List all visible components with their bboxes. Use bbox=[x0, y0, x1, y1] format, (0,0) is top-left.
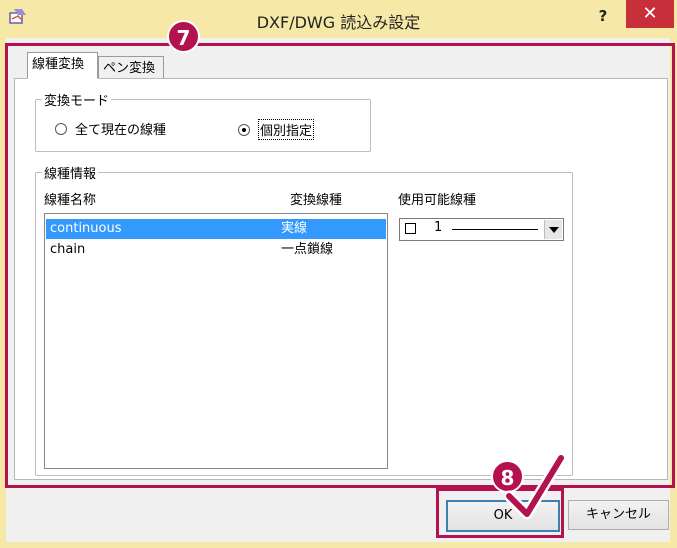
annotation-highlight-panel bbox=[5, 43, 675, 488]
step-7-badge: 7 bbox=[167, 20, 200, 53]
cancel-button[interactable]: キャンセル bbox=[568, 500, 669, 530]
checkmark-icon bbox=[505, 452, 565, 520]
tab-linetype-conversion[interactable]: 線種変換 bbox=[27, 52, 98, 79]
title-bar: DXF/DWG 読込み設定 ? ✕ bbox=[0, 0, 677, 38]
help-button[interactable]: ? bbox=[583, 4, 623, 30]
dialog-window: DXF/DWG 読込み設定 ? ✕ 線種変換 ペン変換 変換モード 全て現在の線… bbox=[0, 0, 677, 548]
close-button[interactable]: ✕ bbox=[626, 0, 674, 28]
window-title: DXF/DWG 読込み設定 bbox=[256, 13, 421, 32]
